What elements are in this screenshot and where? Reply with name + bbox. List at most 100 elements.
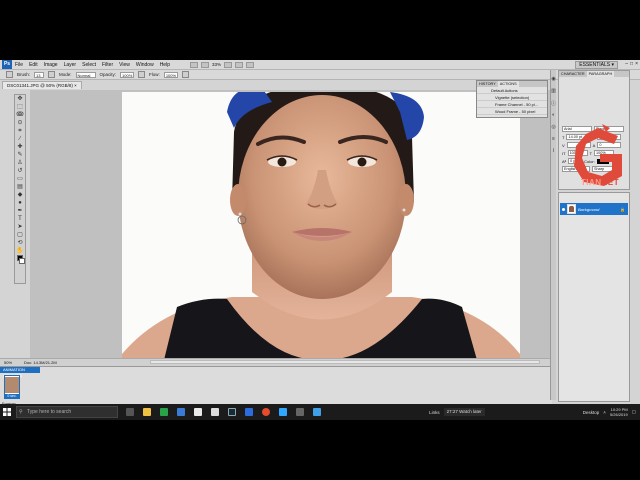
launch-minibridge-button[interactable] bbox=[200, 61, 209, 68]
info-icon[interactable]: ⓘ bbox=[551, 100, 556, 107]
opacity-field[interactable]: 100% bbox=[120, 71, 135, 78]
mode-label: Mode: bbox=[59, 72, 72, 77]
tab-paragraph[interactable]: PARAGRAPH bbox=[586, 71, 615, 77]
histogram-icon[interactable]: ▥ bbox=[551, 88, 556, 94]
flow-field[interactable]: 100% bbox=[163, 71, 178, 78]
notification-icon[interactable]: ▢ bbox=[632, 409, 636, 415]
hand-tool-icon[interactable]: ✋ bbox=[16, 248, 24, 255]
canvas-area[interactable] bbox=[30, 90, 550, 360]
app-icon[interactable] bbox=[177, 408, 185, 416]
history-brush-tool-icon[interactable]: ↺ bbox=[16, 168, 24, 175]
healing-brush-tool-icon[interactable]: ✚ bbox=[16, 144, 24, 151]
frame-delay[interactable]: 0 sec. bbox=[5, 394, 19, 398]
crop-tool-icon[interactable]: ⌗ bbox=[16, 128, 24, 135]
eraser-tool-icon[interactable]: ▭ bbox=[16, 176, 24, 183]
background-color-swatch[interactable] bbox=[19, 258, 25, 264]
airbrush-icon[interactable] bbox=[181, 71, 189, 78]
brush-size-field[interactable]: 13 bbox=[34, 71, 45, 78]
character-panel-tabs: CHARACTER PARAGRAPH bbox=[559, 71, 629, 77]
type-tool-icon[interactable]: T bbox=[16, 216, 24, 223]
eyedropper-tool-icon[interactable]: ∕ bbox=[16, 136, 24, 143]
hand-tool-button[interactable] bbox=[224, 61, 232, 68]
action-item[interactable]: Wood Frame - 50 pixel bbox=[477, 108, 547, 115]
zoom-level[interactable]: 33% bbox=[212, 62, 221, 68]
status-zoom[interactable]: 50% bbox=[4, 359, 12, 366]
blur-tool-icon[interactable]: ◆ bbox=[16, 192, 24, 199]
start-button[interactable] bbox=[0, 404, 14, 420]
dodge-tool-icon[interactable]: ● bbox=[16, 200, 24, 207]
brush-panel-icon[interactable] bbox=[48, 71, 56, 78]
visibility-eye-icon[interactable] bbox=[562, 207, 565, 211]
watch-later-overlay[interactable]: 27:27 Watch later bbox=[443, 408, 485, 416]
animation-frame[interactable]: 0 sec. bbox=[4, 375, 20, 399]
taskbar-tray: Links 27:27 Watch later Desktop ˄ 10:29 … bbox=[429, 404, 636, 420]
menu-image[interactable]: Image bbox=[44, 62, 58, 68]
store-icon[interactable] bbox=[160, 408, 168, 416]
task-view-icon[interactable] bbox=[126, 408, 134, 416]
taskbar-search-box[interactable]: ⚲ Type here to search bbox=[16, 406, 118, 418]
action-item[interactable]: Frame Channel - 50 pi... bbox=[477, 101, 547, 108]
tray-arrow-icon[interactable]: ˄ bbox=[603, 410, 606, 415]
menu-filter[interactable]: Filter bbox=[102, 62, 113, 68]
channels-icon[interactable]: ≡ bbox=[551, 136, 556, 142]
layer-name[interactable]: Background bbox=[578, 207, 599, 212]
masks-icon[interactable]: ◎ bbox=[551, 124, 556, 130]
animation-panel-tab[interactable]: ANIMATION (FRAMES) bbox=[0, 367, 40, 378]
move-tool-icon[interactable]: ✥ bbox=[16, 96, 24, 103]
pressure-opacity-icon[interactable] bbox=[138, 71, 146, 78]
mode-select[interactable]: Normal bbox=[75, 71, 96, 78]
file-explorer-icon[interactable] bbox=[143, 408, 151, 416]
maximize-icon[interactable]: □ bbox=[630, 61, 633, 67]
tool-preset-icon[interactable] bbox=[6, 71, 13, 78]
launch-bridge-button[interactable] bbox=[189, 61, 198, 68]
3d-rotate-tool-icon[interactable]: ⟲ bbox=[16, 240, 24, 247]
menu-select[interactable]: Select bbox=[82, 62, 96, 68]
action-item[interactable]: Default Actions bbox=[477, 87, 547, 94]
options-bar: Brush: 13 Mode: Normal Opacity: 100% Flo… bbox=[0, 70, 640, 80]
marquee-tool-icon[interactable]: ⬚ bbox=[16, 104, 24, 111]
media-icon[interactable] bbox=[211, 408, 219, 416]
logo-text-a: TIAN bbox=[580, 178, 602, 187]
horizontal-scrollbar[interactable] bbox=[150, 360, 540, 364]
document-tab[interactable]: DSC01341.JPG @ 50% (RGB/8) × bbox=[2, 81, 82, 89]
layer-row[interactable]: Background 🔒 bbox=[560, 203, 628, 215]
tab-character[interactable]: CHARACTER bbox=[559, 71, 587, 77]
path-select-tool-icon[interactable]: ➤ bbox=[16, 224, 24, 231]
shape-tool-icon[interactable]: ▢ bbox=[16, 232, 24, 239]
taskbar-clock[interactable]: 10:29 PM 5/26/2019 bbox=[610, 407, 628, 417]
tools-panel: ✥ ⬚ ↂ ⊙ ⌗ ∕ ✚ ✎ ♙ ↺ ▭ ▤ ◆ ● ✒ T ➤ ▢ ⟲ ✋ … bbox=[14, 94, 26, 284]
screen-mode-button[interactable] bbox=[246, 61, 254, 68]
paths-icon[interactable]: ⌇ bbox=[551, 148, 556, 154]
photoshop-taskbar-icon[interactable] bbox=[279, 408, 287, 416]
menu-file[interactable]: File bbox=[15, 62, 23, 68]
workspace-switcher[interactable]: ESSENTIALS ▾ bbox=[575, 61, 618, 69]
lasso-tool-icon[interactable]: ↂ bbox=[16, 112, 24, 119]
close-icon[interactable]: × bbox=[635, 61, 638, 67]
logo-text-b: NET bbox=[601, 178, 620, 187]
network-app-icon[interactable] bbox=[313, 408, 321, 416]
menu-edit[interactable]: Edit bbox=[29, 62, 38, 68]
menu-window[interactable]: Window bbox=[136, 62, 154, 68]
menu-help[interactable]: Help bbox=[160, 62, 170, 68]
menu-view[interactable]: View bbox=[119, 62, 130, 68]
quick-select-tool-icon[interactable]: ⊙ bbox=[16, 120, 24, 127]
links-toolbar[interactable]: Links bbox=[429, 410, 440, 415]
mail-icon[interactable] bbox=[194, 408, 202, 416]
arrange-documents-button[interactable] bbox=[235, 61, 243, 68]
desktop-toolbar[interactable]: Desktop bbox=[583, 410, 600, 415]
edge-icon[interactable] bbox=[245, 408, 253, 416]
action-item[interactable]: Vignette (selection) bbox=[477, 94, 547, 101]
menu-layer[interactable]: Layer bbox=[64, 62, 77, 68]
portrait-photo[interactable] bbox=[122, 92, 520, 360]
adjustments-icon[interactable]: ◐ bbox=[551, 112, 556, 118]
minimize-icon[interactable]: – bbox=[625, 61, 628, 67]
pen-tool-icon[interactable]: ✒ bbox=[16, 208, 24, 215]
flow-label: Flow: bbox=[149, 72, 160, 77]
chrome-icon[interactable] bbox=[262, 408, 270, 416]
settings-icon[interactable] bbox=[296, 408, 304, 416]
gradient-tool-icon[interactable]: ▤ bbox=[16, 184, 24, 191]
steam-icon[interactable] bbox=[228, 408, 236, 416]
clone-stamp-tool-icon[interactable]: ♙ bbox=[16, 160, 24, 167]
brush-tool-icon[interactable]: ✎ bbox=[16, 152, 24, 159]
navigator-icon[interactable]: ◉ bbox=[551, 76, 556, 82]
